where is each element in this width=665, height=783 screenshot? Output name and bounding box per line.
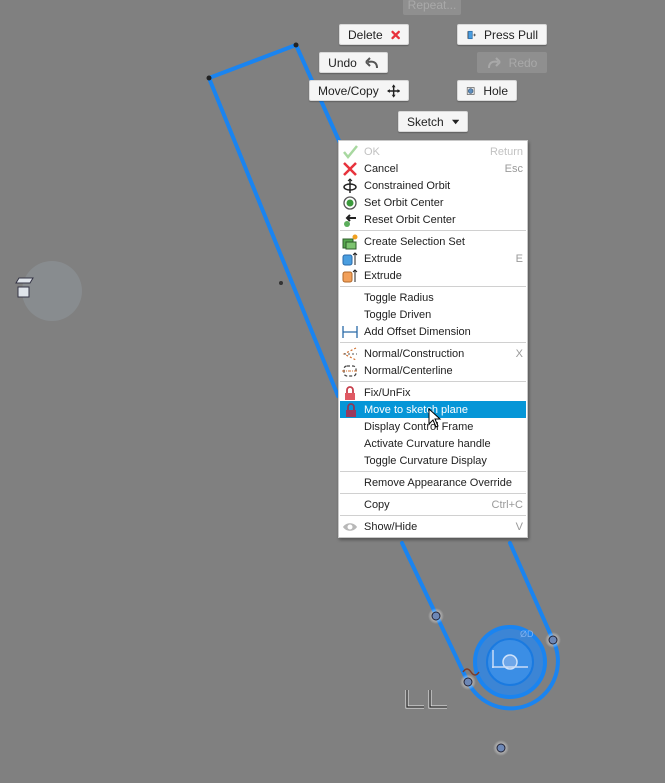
redo-button[interactable]: Redo bbox=[477, 52, 547, 73]
offset-dimension-icon bbox=[342, 326, 358, 338]
menu-separator bbox=[340, 515, 526, 516]
sketch-dropdown-button[interactable]: Sketch bbox=[398, 111, 468, 132]
menu-item-normal-construction[interactable]: Normal/Construction X bbox=[339, 345, 527, 362]
menu-item-toggle-curvature-display[interactable]: Toggle Curvature Display bbox=[339, 452, 527, 469]
lock-icon bbox=[346, 403, 356, 417]
press-pull-button[interactable]: Press Pull bbox=[457, 24, 547, 45]
menu-item-set-orbit-center[interactable]: Set Orbit Center bbox=[339, 194, 527, 211]
menu-item-fix-unfix[interactable]: Fix/UnFix bbox=[339, 384, 527, 401]
menu-separator bbox=[340, 342, 526, 343]
redo-label: Redo bbox=[508, 55, 538, 70]
lock-icon bbox=[345, 386, 355, 400]
context-menu: OK Return Cancel Esc Constrained Orbit S… bbox=[338, 140, 528, 538]
press-pull-icon bbox=[467, 30, 476, 39]
dropdown-arrow-icon bbox=[451, 119, 459, 124]
menu-separator bbox=[340, 493, 526, 494]
sketch-circle[interactable]: ØD bbox=[473, 625, 547, 699]
undo-arrow-icon bbox=[365, 56, 378, 68]
extrude-orange-icon bbox=[342, 269, 358, 283]
reset-orbit-icon bbox=[344, 214, 356, 227]
dimension-label: ØD bbox=[520, 629, 534, 639]
hole-label: Hole bbox=[483, 83, 508, 98]
repeat-button[interactable]: Repeat... bbox=[403, 0, 461, 15]
viewcube-ghost[interactable] bbox=[15, 261, 82, 321]
menu-item-extrude-alt[interactable]: Extrude bbox=[339, 267, 527, 284]
checkmark-icon bbox=[343, 145, 358, 159]
orbit-center-icon bbox=[343, 196, 357, 210]
cancel-x-icon bbox=[343, 162, 357, 176]
press-pull-label: Press Pull bbox=[483, 27, 538, 42]
hole-icon bbox=[466, 86, 475, 95]
menu-item-extrude[interactable]: Extrude E bbox=[339, 250, 527, 267]
sketch-label: Sketch bbox=[407, 114, 444, 129]
redo-arrow-icon bbox=[487, 56, 501, 68]
menu-item-activate-curvature-handle[interactable]: Activate Curvature handle bbox=[339, 435, 527, 452]
menu-item-ok[interactable]: OK Return bbox=[339, 143, 527, 160]
constrained-orbit-icon bbox=[343, 178, 357, 193]
menu-item-constrained-orbit[interactable]: Constrained Orbit bbox=[339, 177, 527, 194]
menu-item-add-offset-dimension[interactable]: Add Offset Dimension bbox=[339, 323, 527, 340]
selection-set-icon bbox=[342, 234, 358, 250]
sketch-line bbox=[207, 76, 340, 398]
repeat-label: Repeat... bbox=[407, 0, 457, 12]
extrude-blue-icon bbox=[342, 252, 358, 266]
menu-item-normal-centerline[interactable]: Normal/Centerline bbox=[339, 362, 527, 379]
menu-item-cancel[interactable]: Cancel Esc bbox=[339, 160, 527, 177]
menu-item-toggle-radius[interactable]: Toggle Radius bbox=[339, 289, 527, 306]
mouse-pointer-icon bbox=[428, 408, 442, 428]
delete-x-icon bbox=[391, 30, 400, 39]
menu-item-show-hide[interactable]: Show/Hide V bbox=[339, 518, 527, 535]
menu-separator bbox=[340, 381, 526, 382]
delete-button[interactable]: Delete bbox=[339, 24, 409, 45]
move-arrows-icon bbox=[386, 83, 400, 98]
menu-separator bbox=[340, 230, 526, 231]
sketch-line bbox=[508, 541, 555, 642]
move-copy-label: Move/Copy bbox=[318, 83, 379, 98]
menu-item-reset-orbit-center[interactable]: Reset Orbit Center bbox=[339, 211, 527, 228]
menu-item-remove-appearance-override[interactable]: Remove Appearance Override bbox=[339, 474, 527, 491]
sketch-line bbox=[207, 43, 298, 80]
delete-label: Delete bbox=[348, 27, 383, 42]
menu-separator bbox=[340, 286, 526, 287]
menu-item-toggle-driven[interactable]: Toggle Driven bbox=[339, 306, 527, 323]
centerline-icon bbox=[342, 365, 358, 377]
undo-button[interactable]: Undo bbox=[319, 52, 388, 73]
menu-item-copy[interactable]: Copy Ctrl+C bbox=[339, 496, 527, 513]
eye-icon bbox=[343, 523, 357, 531]
construction-icon bbox=[342, 347, 357, 361]
hole-button[interactable]: Hole bbox=[457, 80, 517, 101]
move-copy-button[interactable]: Move/Copy bbox=[309, 80, 409, 101]
sketch-canvas[interactable]: ØD bbox=[0, 0, 665, 783]
undo-label: Undo bbox=[328, 55, 357, 70]
menu-separator bbox=[340, 471, 526, 472]
menu-item-create-selection-set[interactable]: Create Selection Set bbox=[339, 233, 527, 250]
